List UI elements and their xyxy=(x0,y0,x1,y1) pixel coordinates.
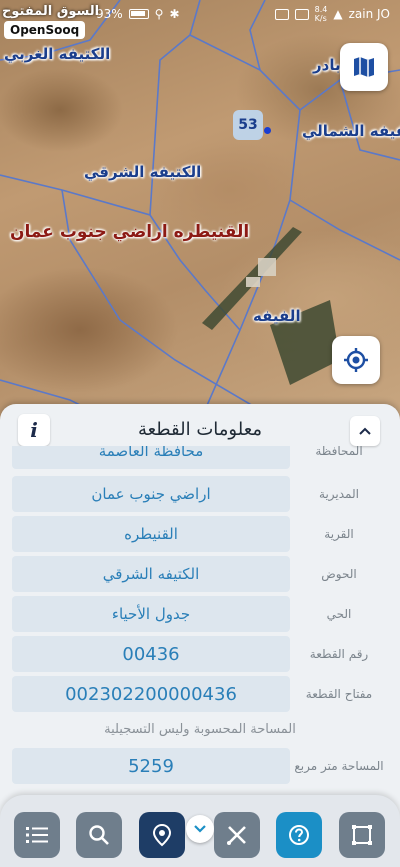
app-icon xyxy=(274,8,289,20)
location-button[interactable] xyxy=(139,812,185,858)
brand-logo: OpenSooq xyxy=(4,21,86,39)
parcel-marker xyxy=(264,127,271,134)
chevron-down-icon xyxy=(194,825,206,833)
help-icon xyxy=(289,825,309,845)
area-note: المساحة المحسوبة وليس التسجيلية xyxy=(104,722,296,737)
info-row-neighborhood: جدول الأحياء الحي xyxy=(12,596,388,632)
row-value: 00436 xyxy=(12,636,290,672)
info-row-area: 5259 المساحة متر مربع xyxy=(12,748,388,784)
map-label-nav: بادر xyxy=(313,56,341,74)
row-value: 00230220000043‌6 xyxy=(12,676,290,712)
info-row-village: القنيطره القرية xyxy=(12,516,388,552)
row-value: جدول الأحياء xyxy=(12,596,290,632)
map-layers-button[interactable] xyxy=(340,43,388,91)
parcel-tag[interactable]: 53 xyxy=(233,110,263,140)
row-value: 5259 xyxy=(12,748,290,784)
info-row-basin: الكتيفه الشرقي الحوض xyxy=(12,556,388,592)
info-row-parcel-key: 00230220000043‌6 مفتاح القطعة xyxy=(12,676,388,712)
info-icon: i xyxy=(30,418,38,442)
map-label-east: الكتيفه الشرقي xyxy=(84,163,202,181)
ruler-icon xyxy=(227,826,246,845)
map-label-main: القنيطره اراضي جنوب عمان xyxy=(10,222,250,242)
info-row-parcel-number: 00436 رقم القطعة xyxy=(12,636,388,672)
polygon-button[interactable] xyxy=(339,812,385,858)
row-key: الحي xyxy=(326,607,352,621)
search-icon xyxy=(89,825,109,845)
carrier-name: zain JO xyxy=(348,7,390,21)
help-button[interactable] xyxy=(276,812,322,858)
locate-me-button[interactable] xyxy=(332,336,380,384)
notification-icon xyxy=(294,8,309,20)
collapse-button[interactable] xyxy=(350,416,380,446)
row-key: المحافظة xyxy=(315,446,363,458)
row-value: اراضي جنوب عمان xyxy=(12,476,290,512)
expand-toolbar-button[interactable] xyxy=(186,815,214,843)
bluetooth-icon: ✱ xyxy=(169,7,180,21)
satellite-map[interactable]: الكتيفه الغربي اللفيفه الشمالي الكتيفه ا… xyxy=(0,0,400,440)
map-icon xyxy=(354,57,374,77)
map-label-south: الفيفه xyxy=(253,307,301,325)
info-row-directorate: اراضي جنوب عمان المديرية xyxy=(12,476,388,512)
row-key: رقم القطعة xyxy=(309,647,369,661)
row-key: المديرية xyxy=(319,487,359,501)
network-speed: 8.4 K/s xyxy=(314,5,328,23)
row-value: القنيطره xyxy=(12,516,290,552)
crosshair-icon xyxy=(344,348,368,372)
pin-icon xyxy=(152,823,172,847)
info-button[interactable]: i xyxy=(18,414,50,446)
row-value: محافظة العاصمة xyxy=(12,446,290,469)
map-label-north-east: اللفيفه الشمالي xyxy=(302,122,400,140)
polygon-icon xyxy=(352,825,372,845)
row-key: الحوض xyxy=(321,567,357,581)
row-key: مفتاح القطعة xyxy=(305,687,373,701)
wifi-icon: ⚲ xyxy=(154,7,164,21)
signal-icon: ▲ xyxy=(333,7,343,21)
panel-scroll-area[interactable]: محافظة العاصمة المحافظة اراضي جنوب عمان … xyxy=(0,446,400,786)
panel-title: معلومات القطعة xyxy=(137,418,263,440)
search-button[interactable] xyxy=(76,812,122,858)
battery-percent: 93% xyxy=(96,7,123,21)
battery-icon xyxy=(128,9,149,19)
list-button[interactable] xyxy=(14,812,60,858)
row-value: الكتيفه الشرقي xyxy=(12,556,290,592)
list-icon xyxy=(26,827,48,843)
info-row-governorate: محافظة العاصمة المحافظة xyxy=(12,446,388,469)
map-label-west: الكتيفه الغربي xyxy=(4,45,111,63)
row-key: القرية xyxy=(324,527,354,541)
row-key: المساحة متر مربع xyxy=(294,759,384,773)
brand-arabic: السوق المفتوح xyxy=(2,4,100,19)
chevron-up-icon xyxy=(359,427,371,435)
measure-button[interactable] xyxy=(214,812,260,858)
